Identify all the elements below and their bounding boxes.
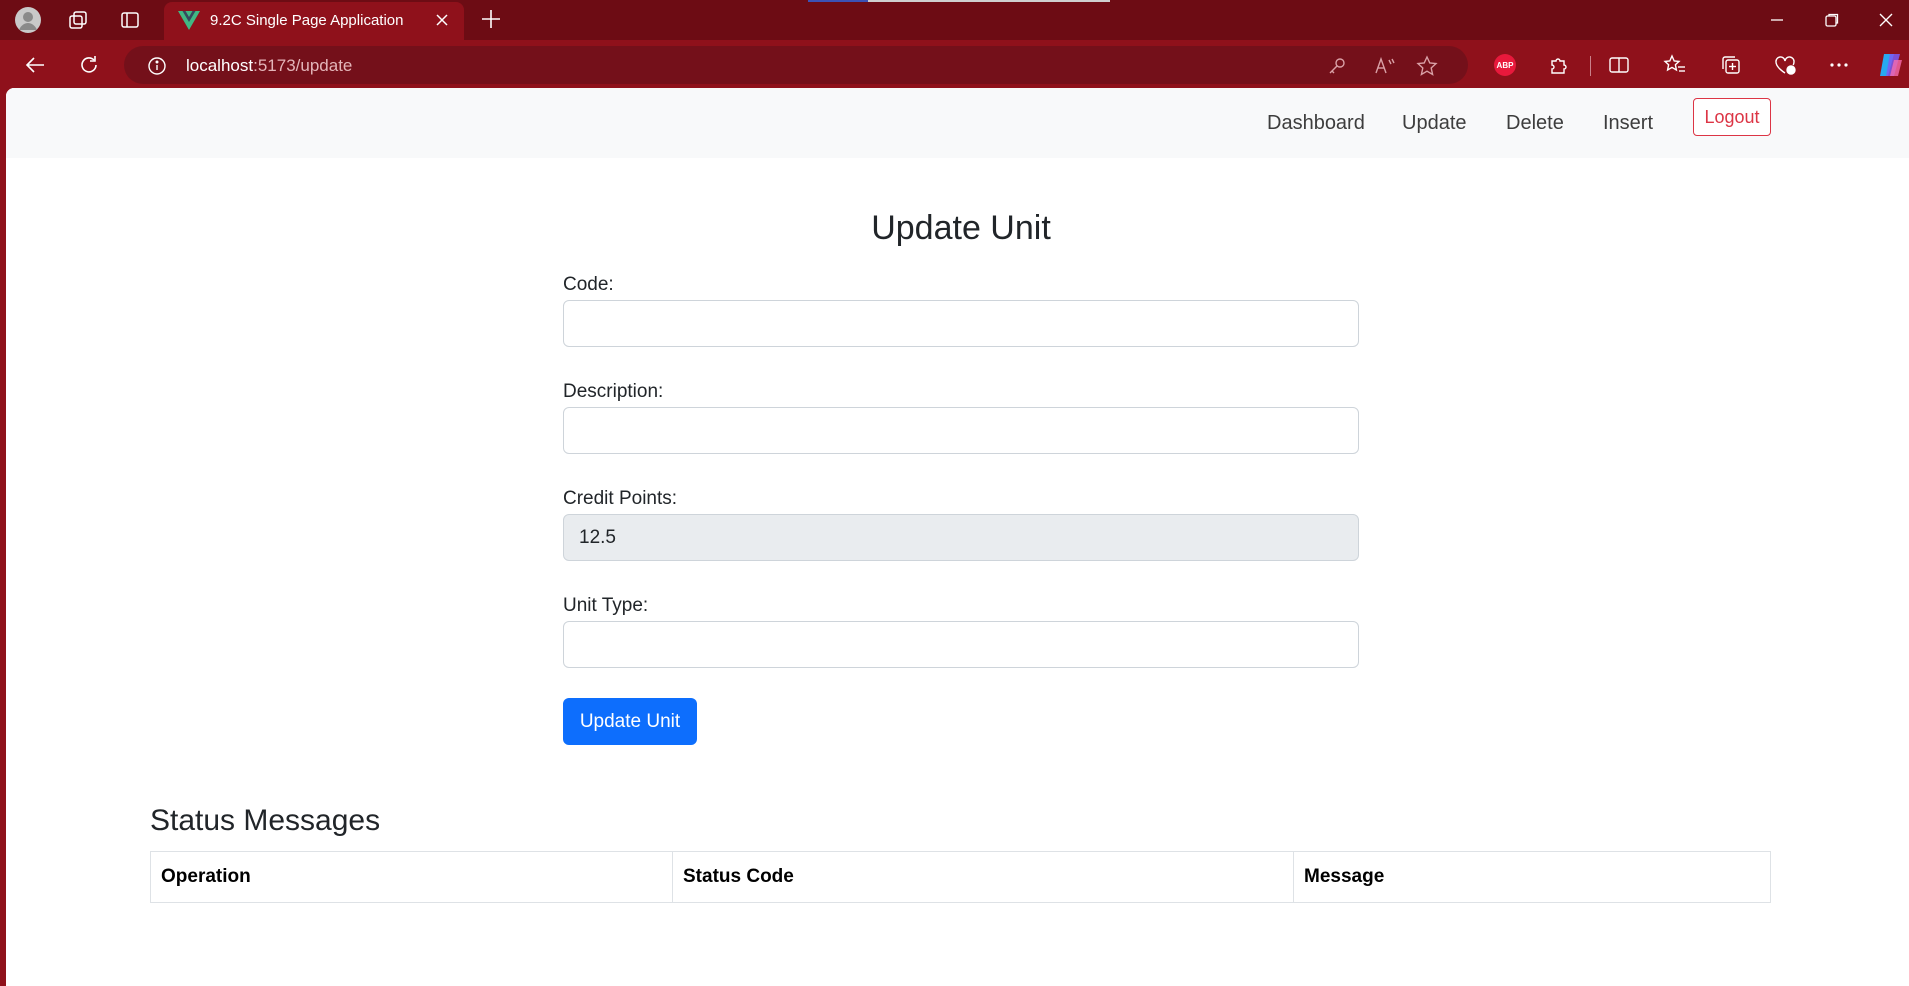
unit-type-label: Unit Type: [563,595,649,616]
extensions-puzzle-icon[interactable] [1544,50,1574,80]
credit-points-label: Credit Points: [563,488,678,509]
read-aloud-icon[interactable] [1374,55,1396,77]
code-label: Code: [563,274,614,295]
close-window-icon[interactable] [1866,8,1906,32]
collections-icon[interactable] [1716,50,1746,80]
app-navbar: Dashboard Update Delete Insert Logout [6,88,1909,158]
nav-link-dashboard[interactable]: Dashboard [1267,112,1365,135]
favorites-list-icon[interactable] [1660,50,1690,80]
profile-avatar-icon[interactable] [14,6,42,34]
url-field[interactable]: localhost:5173/update [124,46,1468,84]
browser-address-bar: localhost:5173/update ABP [0,40,1909,88]
new-tab-plus-icon[interactable] [478,6,504,37]
description-input[interactable] [563,407,1359,454]
web-page: Dashboard Update Delete Insert Logout Up… [6,88,1909,986]
key-icon[interactable] [1326,55,1348,77]
url-host: localhost [186,56,254,75]
nav-link-delete[interactable]: Delete [1506,112,1564,135]
status-messages-heading: Status Messages [150,804,381,837]
url-path: :5173/update [253,56,353,75]
back-arrow-icon[interactable] [20,50,50,80]
workspaces-icon[interactable] [64,6,92,34]
browser-tab-active[interactable]: 9.2C Single Page Application [164,2,464,40]
refresh-icon[interactable] [74,50,104,80]
page-title: Update Unit [871,209,1051,247]
toolbar-divider [1590,56,1591,76]
tab-actions-icon[interactable] [116,6,144,34]
copilot-icon[interactable] [1876,50,1906,80]
adblock-extension-icon[interactable]: ABP [1490,50,1520,80]
browser-essentials-icon[interactable] [1770,50,1800,80]
site-info-icon[interactable] [146,55,168,77]
nav-link-insert[interactable]: Insert [1603,112,1653,135]
restore-icon[interactable] [1812,8,1852,32]
credit-points-input: 12.5 [563,514,1359,561]
column-header-operation: Operation [151,852,673,902]
more-menu-icon[interactable] [1824,50,1854,80]
logout-button[interactable]: Logout [1693,98,1771,136]
url-text: localhost:5173/update [186,56,352,76]
vue-logo-icon [178,11,200,36]
status-table: Operation Status Code Message [150,851,1771,903]
favorite-star-icon[interactable] [1416,55,1438,77]
tab-title: 9.2C Single Page Application [210,12,404,29]
description-label: Description: [563,381,664,402]
unit-type-input[interactable] [563,621,1359,668]
split-screen-icon[interactable] [1604,50,1634,80]
update-unit-button[interactable]: Update Unit [563,698,697,745]
tab-strip-indicator-accent [808,0,868,2]
code-input[interactable] [563,300,1359,347]
abp-badge: ABP [1494,54,1516,76]
column-header-status-code: Status Code [673,852,1294,902]
tab-close-icon[interactable] [434,12,450,33]
minimize-icon[interactable] [1757,8,1797,32]
nav-link-update[interactable]: Update [1402,112,1467,135]
browser-titlebar: 9.2C Single Page Application [0,0,1909,40]
column-header-message: Message [1304,866,1385,887]
